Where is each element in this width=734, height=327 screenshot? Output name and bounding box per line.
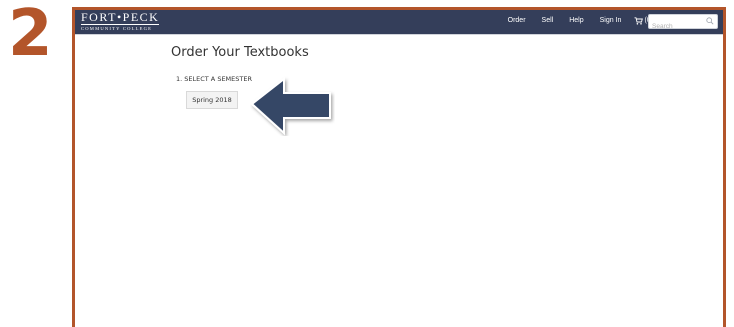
top-navbar: FORT•PECK COMMUNITY COLLEGE Order Sell H… bbox=[75, 10, 723, 35]
nav-links: Order Sell Help Sign In (0) bbox=[492, 16, 653, 26]
search-box bbox=[648, 14, 718, 33]
search-input[interactable] bbox=[649, 20, 704, 33]
select-semester-label: 1. SELECT A SEMESTER bbox=[176, 75, 252, 83]
nav-sell-link[interactable]: Sell bbox=[542, 16, 554, 26]
search-icon[interactable] bbox=[706, 17, 714, 25]
nav-help-link[interactable]: Help bbox=[569, 16, 583, 26]
screenshot-frame: FORT•PECK COMMUNITY COLLEGE Order Sell H… bbox=[72, 7, 726, 327]
logo-name: FORT•PECK bbox=[81, 10, 160, 25]
cart-icon bbox=[634, 17, 644, 25]
nav-order-link[interactable]: Order bbox=[508, 16, 526, 26]
college-logo[interactable]: FORT•PECK COMMUNITY COLLEGE bbox=[81, 10, 160, 32]
nav-sign-in-link[interactable]: Sign In bbox=[600, 16, 622, 26]
logo-subtitle: COMMUNITY COLLEGE bbox=[81, 26, 153, 31]
semester-option-button[interactable]: Spring 2018 bbox=[186, 91, 238, 109]
step-number: 2 bbox=[8, 0, 53, 71]
pointer-arrow-icon bbox=[250, 76, 331, 136]
page-title: Order Your Textbooks bbox=[171, 45, 309, 60]
tutorial-slide: 2 FORT•PECK COMMUNITY COLLEGE Order Sell… bbox=[0, 0, 734, 327]
